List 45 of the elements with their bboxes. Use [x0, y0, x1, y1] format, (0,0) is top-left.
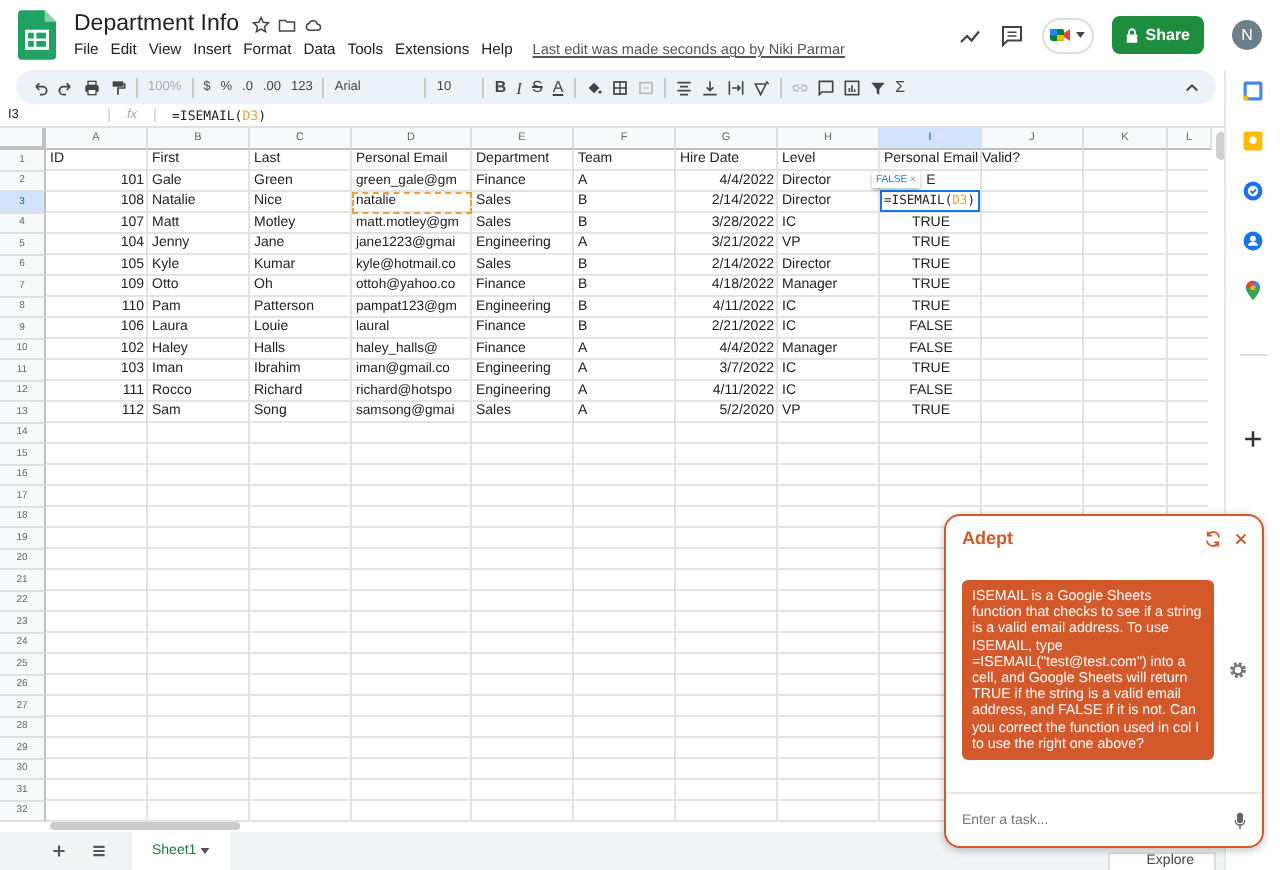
borders-icon[interactable]: [611, 79, 628, 95]
calendar-icon[interactable]: [1242, 80, 1264, 102]
paint-format-icon[interactable]: [110, 79, 126, 95]
bold-button[interactable]: B: [494, 78, 507, 96]
add-sheet-icon[interactable]: [52, 844, 66, 858]
filter-icon[interactable]: [869, 79, 886, 95]
italic-button[interactable]: I: [516, 77, 522, 97]
refresh-icon[interactable]: [1204, 529, 1222, 547]
undo-icon[interactable]: [32, 79, 48, 95]
comment-icon[interactable]: [999, 23, 1024, 47]
align-icon[interactable]: [675, 79, 692, 95]
text-wrap-icon[interactable]: [727, 79, 744, 95]
contacts-icon[interactable]: [1242, 230, 1264, 252]
functions-button[interactable]: Σ: [895, 78, 906, 96]
strikethrough-button[interactable]: S: [531, 78, 543, 96]
avatar[interactable]: N: [1232, 20, 1262, 50]
cloud-icon[interactable]: [304, 15, 323, 33]
text-rotation-icon[interactable]: [753, 79, 770, 95]
document-title[interactable]: Department Info: [74, 12, 239, 36]
caret-icon: [200, 848, 211, 854]
star-icon[interactable]: [252, 15, 271, 33]
add-icon[interactable]: [1242, 428, 1264, 450]
vertical-align-icon[interactable]: [701, 79, 718, 95]
sheet-list-icon[interactable]: [92, 844, 106, 858]
text-color-button[interactable]: A: [552, 78, 564, 96]
chart-icon[interactable]: [843, 79, 860, 95]
settings-icon[interactable]: [1228, 660, 1248, 680]
panel-title: Adept: [962, 528, 1013, 548]
collapse-icon[interactable]: [1184, 79, 1200, 95]
lock-icon: [1125, 27, 1138, 43]
fill-color-icon[interactable]: [585, 79, 602, 95]
folder-icon[interactable]: [278, 15, 297, 33]
microphone-icon[interactable]: [1234, 811, 1246, 829]
map-pin-icon[interactable]: [1242, 280, 1264, 302]
merge-cells-icon[interactable]: [637, 79, 654, 95]
caret-icon: [1076, 32, 1086, 38]
share-button[interactable]: Share: [1111, 16, 1204, 54]
close-icon[interactable]: [1232, 529, 1250, 547]
tasks-icon[interactable]: [1242, 180, 1264, 202]
spreadsheet-logo-icon[interactable]: [18, 10, 56, 60]
print-icon[interactable]: [84, 79, 100, 95]
video-camera-icon: [1049, 26, 1071, 44]
redo-icon[interactable]: [58, 79, 74, 95]
comment-icon[interactable]: [817, 79, 834, 95]
meet-button[interactable]: [1041, 17, 1094, 53]
